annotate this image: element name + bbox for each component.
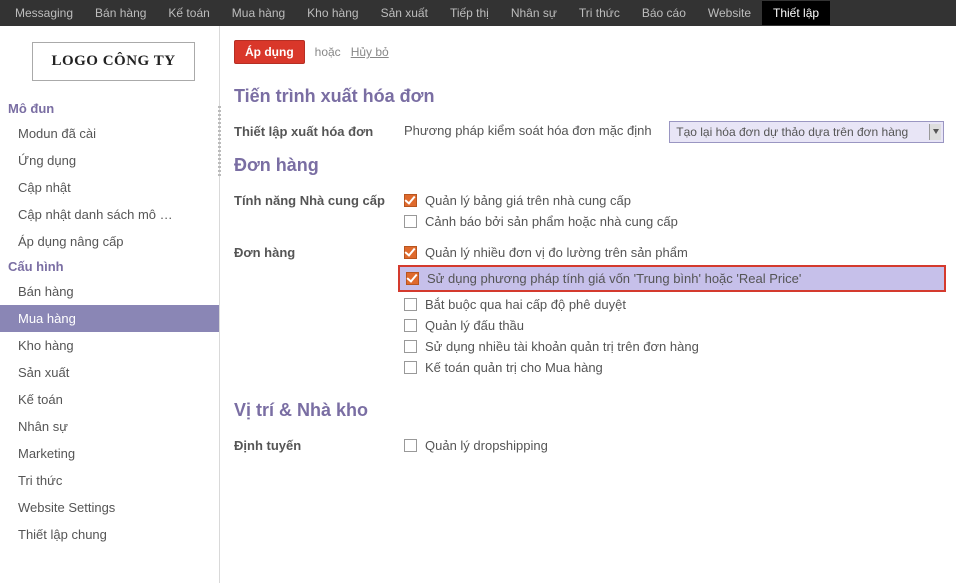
checkbox[interactable]: [404, 194, 417, 207]
checkbox[interactable]: [404, 298, 417, 311]
sidebar-item[interactable]: Tri thức: [0, 467, 219, 494]
sidebar-item[interactable]: Kho hàng: [0, 332, 219, 359]
supplier-row: Tính năng Nhà cung cấp Quản lý bảng giá …: [234, 190, 956, 232]
checkbox-label: Kế toán quản trị cho Mua hàng: [425, 360, 603, 375]
checkbox-label: Sử dụng nhiều tài khoản quản trị trên đơ…: [425, 339, 699, 354]
supplier-label: Tính năng Nhà cung cấp: [234, 190, 404, 208]
checkbox-row: Sử dụng phương pháp tính giá vốn 'Trung …: [406, 270, 938, 287]
sidebar-item[interactable]: Thiết lập chung: [0, 521, 219, 548]
splitter-handle[interactable]: [216, 26, 223, 583]
checkbox-row: Cảnh báo bởi sản phẩm hoặc nhà cung cấp: [404, 211, 956, 232]
sidebar-item[interactable]: Cập nhật danh sách mô …: [0, 201, 219, 228]
checkbox-row: Sử dụng nhiều tài khoản quản trị trên đơ…: [404, 336, 956, 357]
invoice-method-text: Phương pháp kiểm soát hóa đơn mặc định: [404, 123, 666, 138]
checkbox-label: Quản lý nhiều đơn vị đo lường trên sản p…: [425, 245, 688, 260]
section-title-invoice: Tiến trình xuất hóa đơn: [234, 86, 956, 107]
section-title-warehouse: Vị trí & Nhà kho: [234, 400, 956, 421]
sidebar-section-title: Mô đun: [0, 97, 219, 120]
sidebar: LOGO CÔNG TY Mô đunModun đã càiỨng dụngC…: [0, 26, 220, 583]
checkbox-row: Kế toán quản trị cho Mua hàng: [404, 357, 956, 378]
checkbox-row: Quản lý nhiều đơn vị đo lường trên sản p…: [404, 242, 956, 263]
sidebar-item[interactable]: Bán hàng: [0, 278, 219, 305]
top-nav: MessagingBán hàngKế toánMua hàngKho hàng…: [0, 0, 956, 26]
checkbox[interactable]: [404, 361, 417, 374]
checkbox[interactable]: [404, 319, 417, 332]
sidebar-item[interactable]: Website Settings: [0, 494, 219, 521]
checkbox[interactable]: [404, 246, 417, 259]
sidebar-item[interactable]: Sản xuất: [0, 359, 219, 386]
topnav-item[interactable]: Tiếp thị: [439, 1, 500, 25]
checkbox-label: Bắt buộc qua hai cấp độ phê duyệt: [425, 297, 626, 312]
main-layout: LOGO CÔNG TY Mô đunModun đã càiỨng dụngC…: [0, 26, 956, 583]
main-content: Áp dụng hoặc Hủy bỏ Tiến trình xuất hóa …: [220, 26, 956, 583]
select-value: Tạo lại hóa đơn dự thảo dựa trên đơn hàn…: [676, 125, 908, 139]
sidebar-item[interactable]: Nhân sự: [0, 413, 219, 440]
checkbox-row: Quản lý dropshipping: [404, 435, 956, 456]
checkbox-label: Quản lý đấu thầu: [425, 318, 524, 333]
chevron-down-icon: [929, 124, 941, 140]
topnav-item[interactable]: Mua hàng: [221, 1, 296, 25]
routing-row: Định tuyến Quản lý dropshipping: [234, 435, 956, 456]
sidebar-item[interactable]: Modun đã cài: [0, 120, 219, 147]
or-text: hoặc: [315, 45, 341, 59]
topnav-item[interactable]: Website: [697, 1, 762, 25]
checkbox[interactable]: [404, 439, 417, 452]
checkbox[interactable]: [404, 340, 417, 353]
topnav-item[interactable]: Báo cáo: [631, 1, 697, 25]
checkbox-label: Cảnh báo bởi sản phẩm hoặc nhà cung cấp: [425, 214, 678, 229]
sidebar-item[interactable]: Marketing: [0, 440, 219, 467]
checkbox[interactable]: [406, 272, 419, 285]
topnav-item[interactable]: Kế toán: [157, 1, 220, 25]
sidebar-item[interactable]: Kế toán: [0, 386, 219, 413]
cancel-link[interactable]: Hủy bỏ: [351, 45, 389, 59]
topnav-item[interactable]: Kho hàng: [296, 1, 369, 25]
checkbox-label: Sử dụng phương pháp tính giá vốn 'Trung …: [427, 271, 801, 286]
sidebar-item[interactable]: Ứng dụng: [0, 147, 219, 174]
sidebar-section-title: Cấu hình: [0, 255, 219, 278]
topnav-item[interactable]: Bán hàng: [84, 1, 157, 25]
sidebar-item[interactable]: Áp dụng nâng cấp: [0, 228, 219, 255]
order-row: Đơn hàng Quản lý nhiều đơn vị đo lường t…: [234, 242, 956, 378]
highlighted-option: Sử dụng phương pháp tính giá vốn 'Trung …: [398, 265, 946, 292]
sidebar-item[interactable]: Cập nhật: [0, 174, 219, 201]
checkbox-row: Quản lý bảng giá trên nhà cung cấp: [404, 190, 956, 211]
invoice-method-select[interactable]: Tạo lại hóa đơn dự thảo dựa trên đơn hàn…: [669, 121, 944, 143]
topnav-item[interactable]: Messaging: [4, 1, 84, 25]
company-logo: LOGO CÔNG TY: [32, 42, 195, 81]
topnav-item[interactable]: Tri thức: [568, 1, 631, 25]
checkbox-row: Quản lý đấu thầu: [404, 315, 956, 336]
order-label: Đơn hàng: [234, 242, 404, 260]
routing-label: Định tuyến: [234, 435, 404, 453]
checkbox-row: Bắt buộc qua hai cấp độ phê duyệt: [404, 294, 956, 315]
topnav-item[interactable]: Nhân sự: [500, 1, 568, 25]
checkbox[interactable]: [404, 215, 417, 228]
action-bar: Áp dụng hoặc Hủy bỏ: [234, 26, 956, 74]
checkbox-label: Quản lý dropshipping: [425, 438, 548, 453]
invoice-settings-row: Thiết lập xuất hóa đơn Phương pháp kiểm …: [234, 121, 956, 143]
invoice-field-label: Thiết lập xuất hóa đơn: [234, 121, 404, 139]
topnav-item[interactable]: Sản xuất: [370, 1, 439, 25]
checkbox-label: Quản lý bảng giá trên nhà cung cấp: [425, 193, 631, 208]
sidebar-item[interactable]: Mua hàng: [0, 305, 219, 332]
topnav-item[interactable]: Thiết lập: [762, 1, 830, 25]
section-title-order: Đơn hàng: [234, 155, 956, 176]
apply-button[interactable]: Áp dụng: [234, 40, 305, 64]
